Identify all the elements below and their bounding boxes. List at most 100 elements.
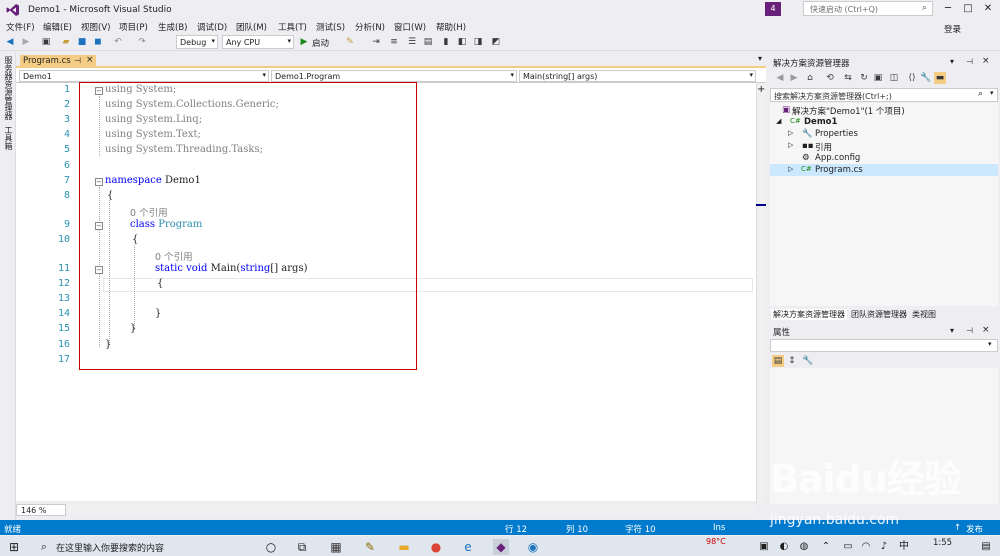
forward-icon[interactable]: ▶ [20,36,32,48]
publish-icon[interactable]: ↑ [954,523,961,533]
start-button[interactable]: 启动 [312,37,329,49]
show-hidden-icon[interactable]: ⌃ [818,539,834,555]
chevron-down-icon[interactable]: ▾ [988,340,992,348]
chevron-down-icon[interactable]: ▾ [990,89,994,97]
pending-changes-icon[interactable]: ⇆ [842,72,854,84]
network-icon[interactable]: ◠ [858,539,874,555]
refresh-icon[interactable]: ↻ [858,72,870,84]
publish-button[interactable]: 发布 [966,523,983,535]
notification-badge[interactable]: 4 [765,2,781,16]
class-nav-select[interactable]: Demo1.Program ▾ [271,70,517,82]
pin-icon[interactable]: ⊣ [966,326,973,335]
properties-object-select[interactable] [770,339,998,352]
indent-icon[interactable]: ≡ [388,36,400,48]
undo-icon[interactable]: ↶ [112,36,124,48]
tab-program-cs[interactable]: Program.cs [20,55,96,68]
tree-item-project[interactable]: Demo1 [804,117,837,127]
tray-icon[interactable]: ▣ [756,539,772,555]
vertical-scrollbar[interactable] [756,83,766,503]
expand-icon[interactable]: ▷ [788,165,793,173]
menu-edit[interactable]: 编辑(E) [43,21,72,33]
project-nav-select[interactable]: Demo1 ▾ [19,70,269,82]
view-code-icon[interactable]: ⟨⟩ [906,72,918,84]
search-icon[interactable]: ⌕ [978,89,983,99]
menu-analyze[interactable]: 分析(N) [355,21,385,33]
tree-item-program-cs[interactable]: Program.cs [815,165,863,175]
zoom-select[interactable]: 146 % [16,504,66,516]
pin-icon[interactable]: ⊣ [74,56,81,65]
expand-icon[interactable]: ▷ [788,129,793,137]
alphabetical-icon[interactable]: ↕ [786,355,798,367]
bookmark-icon[interactable]: ✎ [344,36,356,48]
back-icon[interactable]: ◀ [774,72,786,84]
config-select[interactable]: Debug ▾ [176,35,218,49]
comment-icon[interactable]: ▤ [422,36,434,48]
tab-class-view[interactable]: 类视图 [910,309,938,320]
menu-tools[interactable]: 工具(T) [278,21,307,33]
quick-launch-input[interactable]: 快速启动 (Ctrl+Q) [803,1,933,16]
taskbar-search-box[interactable]: 在这里输入你要搜索的内容 [30,538,250,556]
forward-icon[interactable]: ▶ [788,72,800,84]
menu-file[interactable]: 文件(F) [6,21,35,33]
close-icon[interactable]: × [982,325,990,335]
search-icon[interactable]: ⌕ [922,3,927,13]
bookmark-toggle-icon[interactable]: ▮ [440,36,452,48]
tree-item-app-config[interactable]: App.config [815,153,860,163]
split-icon[interactable]: + [757,84,765,95]
save-icon[interactable]: ■ [76,36,88,48]
battery-icon[interactable]: ▭ [840,539,856,555]
menu-window[interactable]: 窗口(W) [394,21,426,33]
new-project-icon[interactable]: ▣ [40,36,52,48]
file-explorer-icon[interactable]: ▬ [396,539,412,555]
show-all-icon[interactable]: ◫ [888,72,900,84]
expand-icon[interactable]: ▷ [788,141,793,149]
back-icon[interactable]: ◀ [4,36,16,48]
menu-view[interactable]: 视图(V) [81,21,110,33]
volume-icon[interactable]: ♪ [876,539,892,555]
windows-start-icon[interactable]: ⊞ [6,539,22,555]
input-method-icon[interactable]: 中 [896,539,912,555]
open-folder-icon[interactable]: ▰ [60,36,72,48]
visual-studio-taskbar-icon[interactable]: ◆ [493,539,509,555]
task-view-icon[interactable]: ⧉ [294,539,310,555]
menu-test[interactable]: 测试(S) [316,21,345,33]
chrome-icon[interactable]: ● [428,539,444,555]
server-explorer-tab[interactable]: 服务器资源管理器 [2,56,14,120]
tree-item-properties[interactable]: Properties [815,129,858,139]
tree-item-solution[interactable]: 解决方案"Demo1"(1 个项目) [792,105,905,117]
next-bookmark-icon[interactable]: ◨ [472,36,484,48]
menu-build[interactable]: 生成(B) [158,21,187,33]
solution-search-input[interactable]: 搜索解决方案资源管理器(Ctrl+;) [770,88,998,102]
notifications-icon[interactable]: ▤ [978,539,994,555]
outdent-icon[interactable]: ☰ [406,36,418,48]
pin-icon[interactable]: ⊣ [966,57,973,66]
tree-item-references[interactable]: 引用 [815,141,832,153]
property-pages-icon[interactable]: 🔧 [802,355,814,367]
dropdown-icon[interactable]: ▾ [950,57,954,66]
maximize-icon[interactable]: □ [960,2,976,16]
home-icon[interactable]: ⌂ [804,72,816,84]
toolbox-tab[interactable]: 工具箱 [2,126,14,150]
prev-bookmark-icon[interactable]: ◧ [456,36,468,48]
tab-solution-explorer[interactable]: 解决方案资源管理器 [771,309,847,320]
app-icon[interactable]: ▦ [328,539,344,555]
sync-icon[interactable]: ⟲ [824,72,836,84]
redo-icon[interactable]: ↷ [136,36,148,48]
tab-overflow-icon[interactable]: ▾ [758,54,762,63]
close-icon[interactable]: × [982,56,990,66]
dropdown-icon[interactable]: ▾ [950,326,954,335]
platform-select[interactable]: Any CPU ▾ [222,35,294,49]
minimize-icon[interactable]: ─ [940,2,956,16]
menu-help[interactable]: 帮助(H) [436,21,466,33]
collapse-all-icon[interactable]: ▣ [872,72,884,84]
cortana-icon[interactable]: ○ [263,539,279,555]
app-icon[interactable]: ✎ [362,539,378,555]
menu-debug[interactable]: 调试(D) [197,21,227,33]
save-all-icon[interactable]: ◼ [92,36,104,48]
clear-bookmarks-icon[interactable]: ◩ [490,36,502,48]
expand-icon[interactable]: ◢ [776,117,781,125]
menu-project[interactable]: 项目(P) [119,21,148,33]
play-icon[interactable]: ▶ [298,36,310,48]
preview-icon[interactable]: ▬ [934,72,946,84]
edge-icon[interactable]: e [460,539,476,555]
